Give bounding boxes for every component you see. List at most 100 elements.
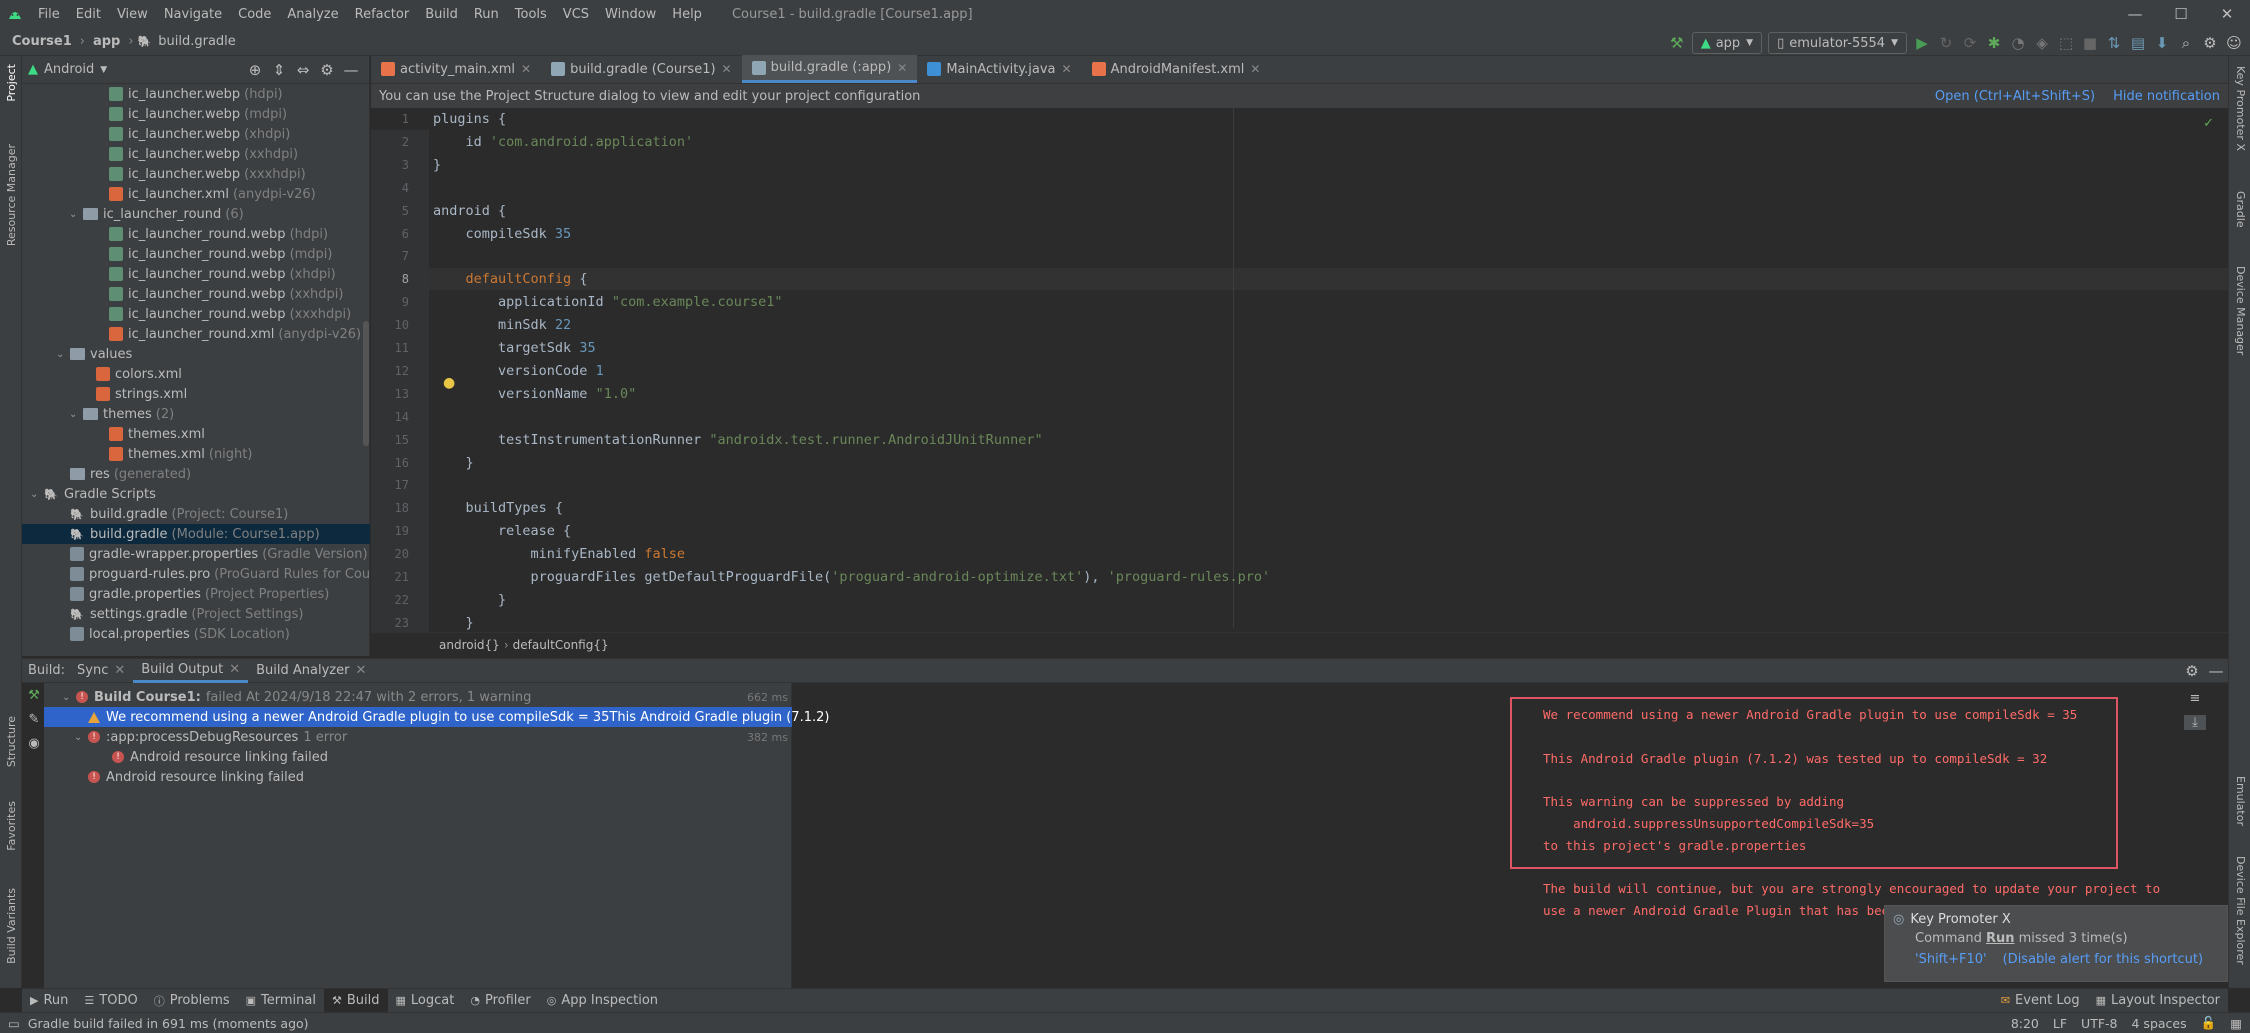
- tree-item[interactable]: ic_launcher_round.webp (mdpi): [22, 244, 333, 264]
- close-icon[interactable]: ✕: [521, 62, 531, 76]
- close-icon[interactable]: ✕: [114, 663, 125, 678]
- tree-item[interactable]: ⌄ ic_launcher_round (6): [22, 204, 244, 224]
- tree-item[interactable]: gradle.properties (Project Properties): [22, 584, 329, 604]
- caret-position[interactable]: 8:20: [2011, 1016, 2039, 1031]
- crumb-file[interactable]: build.gradle: [154, 34, 240, 49]
- status-toggle-icon[interactable]: ▭: [8, 1016, 20, 1031]
- attach-debugger-icon[interactable]: ◈: [2030, 31, 2054, 55]
- editor-tab[interactable]: build.gradle (:app) ✕: [741, 55, 918, 83]
- crumb-project[interactable]: Course1: [8, 34, 76, 49]
- chevron-down-icon[interactable]: ▼: [100, 65, 107, 75]
- tool-window-layout-inspector[interactable]: ▦ Layout Inspector: [2088, 989, 2228, 1013]
- intention-bulb-icon[interactable]: ●: [443, 375, 455, 391]
- tree-item[interactable]: ic_launcher.webp (hdpi): [22, 84, 283, 104]
- tree-item[interactable]: ic_launcher.webp (xhdpi): [22, 124, 290, 144]
- chevron-down-icon[interactable]: ⌄: [69, 209, 83, 220]
- close-icon[interactable]: ✕: [1250, 62, 1260, 76]
- tree-item[interactable]: strings.xml: [22, 384, 187, 404]
- sync-gradle-icon[interactable]: ⇅: [2102, 31, 2126, 55]
- tree-item[interactable]: res (generated): [22, 464, 191, 484]
- menu-build[interactable]: Build: [417, 0, 466, 28]
- tree-item[interactable]: ic_launcher.webp (mdpi): [22, 104, 287, 124]
- tool-window-event-log[interactable]: ✉ Event Log: [1993, 989, 2088, 1013]
- shortcut-link[interactable]: 'Shift+F10': [1915, 952, 1987, 967]
- build-tree-item[interactable]: ⌄!:app:processDebugResources 1 error 382 m…: [44, 727, 792, 747]
- tab-build-analyzer[interactable]: Build Analyzer ✕: [248, 659, 374, 683]
- tab-build-output[interactable]: Build Output ✕: [133, 659, 249, 683]
- editor-tab[interactable]: AndroidManifest.xml ✕: [1082, 55, 1271, 83]
- hide-panel-icon[interactable]: —: [2204, 659, 2228, 683]
- tool-window-app-inspection[interactable]: ◎ App Inspection: [539, 989, 666, 1013]
- minimize-icon[interactable]: —: [2112, 0, 2158, 28]
- hammer-icon[interactable]: ⚒: [22, 683, 46, 707]
- tree-item[interactable]: ic_launcher.xml (anydpi-v26): [22, 184, 316, 204]
- disable-alert-link[interactable]: (Disable alert for this shortcut): [2003, 952, 2203, 967]
- indent-setting[interactable]: 4 spaces: [2132, 1016, 2187, 1031]
- chevron-down-icon[interactable]: ⌄: [62, 692, 76, 703]
- hammer-icon[interactable]: ⚒: [1665, 31, 1689, 55]
- search-icon[interactable]: ⌕: [2174, 31, 2198, 55]
- hide-panel-icon[interactable]: —: [339, 58, 363, 82]
- gradle-tool-tab[interactable]: Gradle: [2234, 191, 2247, 228]
- tree-item[interactable]: ⌄ 🐘 Gradle Scripts: [22, 484, 156, 504]
- menu-run[interactable]: Run: [466, 0, 507, 28]
- tree-item[interactable]: ic_launcher.webp (xxxhdpi): [22, 164, 306, 184]
- tree-item[interactable]: ic_launcher_round.webp (xxxhdpi): [22, 304, 351, 324]
- favorites-tool-tab[interactable]: Favorites: [5, 801, 18, 851]
- gear-icon[interactable]: ⚙: [315, 58, 339, 82]
- close-icon[interactable]: ✕: [355, 663, 366, 678]
- line-separator[interactable]: LF: [2053, 1016, 2067, 1031]
- pin-icon[interactable]: ✎: [22, 707, 46, 731]
- menu-window[interactable]: Window: [597, 0, 664, 28]
- device-manager-icon[interactable]: ▤: [2126, 31, 2150, 55]
- menu-view[interactable]: View: [109, 0, 156, 28]
- tree-item[interactable]: 🐘 build.gradle (Project: Course1): [22, 504, 288, 524]
- tool-window-build[interactable]: ⚒ Build: [323, 988, 388, 1013]
- close-icon[interactable]: ✕: [897, 61, 907, 75]
- editor-tab[interactable]: activity_main.xml ✕: [371, 55, 541, 83]
- tree-item[interactable]: gradle-wrapper.properties (Gradle Version…: [22, 544, 368, 564]
- tree-item[interactable]: ic_launcher_round.webp (xxhdpi): [22, 284, 343, 304]
- chevron-down-icon[interactable]: ⌄: [30, 489, 44, 500]
- device-manager-tool-tab[interactable]: Device Manager: [2234, 266, 2247, 355]
- menu-file[interactable]: File: [30, 0, 68, 28]
- tree-item[interactable]: ic_launcher_round.webp (xhdpi): [22, 264, 336, 284]
- menu-analyze[interactable]: Analyze: [279, 0, 346, 28]
- close-icon[interactable]: ✕: [1062, 62, 1072, 76]
- build-tree-item[interactable]: ! Android resource linking failed: [44, 747, 792, 767]
- apply-changes-icon[interactable]: ↻: [1934, 31, 1958, 55]
- expand-all-icon[interactable]: ⇕: [267, 58, 291, 82]
- tool-window-profiler[interactable]: ◔ Profiler: [462, 989, 538, 1013]
- tree-item[interactable]: 🐘 build.gradle (Module: Course1.app): [22, 524, 370, 544]
- menu-help[interactable]: Help: [664, 0, 710, 28]
- tree-item[interactable]: colors.xml: [22, 364, 182, 384]
- open-project-structure-link[interactable]: Open (Ctrl+Alt+Shift+S): [1935, 89, 2095, 104]
- tree-item[interactable]: ⌄ themes (2): [22, 404, 174, 424]
- tree-scrollbar[interactable]: [363, 321, 369, 446]
- build-tree-item[interactable]: We recommend using a newer Android Gradl…: [44, 707, 829, 727]
- debug-icon[interactable]: ✱: [1982, 31, 2006, 55]
- crumb-module[interactable]: app: [89, 34, 124, 49]
- memory-indicator-icon[interactable]: ▦: [2230, 1016, 2242, 1031]
- eye-icon[interactable]: ◉: [22, 731, 46, 755]
- menu-navigate[interactable]: Navigate: [156, 0, 230, 28]
- gear-icon[interactable]: ⚙: [2180, 659, 2204, 683]
- structure-tool-tab[interactable]: Structure: [5, 716, 18, 767]
- editor-tab[interactable]: build.gradle (Course1) ✕: [541, 55, 742, 83]
- build-tree-item[interactable]: ⌄! Build Course1: failed At 2024/9/18 22:4…: [44, 687, 792, 707]
- editor-tab[interactable]: MainActivity.java ✕: [917, 55, 1081, 83]
- run-icon[interactable]: ▶: [1910, 31, 1934, 55]
- apply-code-changes-icon[interactable]: ⟳: [1958, 31, 1982, 55]
- soft-wrap-icon[interactable]: ≡: [2184, 691, 2206, 706]
- device-file-explorer-tool-tab[interactable]: Device File Explorer: [2234, 856, 2247, 965]
- tool-window-todo[interactable]: ☰ TODO: [76, 989, 145, 1013]
- resource-manager-tool-tab[interactable]: Resource Manager: [5, 144, 18, 246]
- tree-item[interactable]: themes.xml: [22, 424, 205, 444]
- lock-icon[interactable]: 🔓: [2201, 1015, 2217, 1031]
- tree-item[interactable]: ⌄ values: [22, 344, 132, 364]
- collapse-all-icon[interactable]: ⇔: [291, 58, 315, 82]
- tree-item[interactable]: proguard-rules.pro (ProGuard Rules for Co…: [22, 564, 370, 584]
- tree-item[interactable]: themes.xml (night): [22, 444, 252, 464]
- close-icon[interactable]: ✕: [722, 62, 732, 76]
- tree-item[interactable]: 🐘 settings.gradle (Project Settings): [22, 604, 303, 624]
